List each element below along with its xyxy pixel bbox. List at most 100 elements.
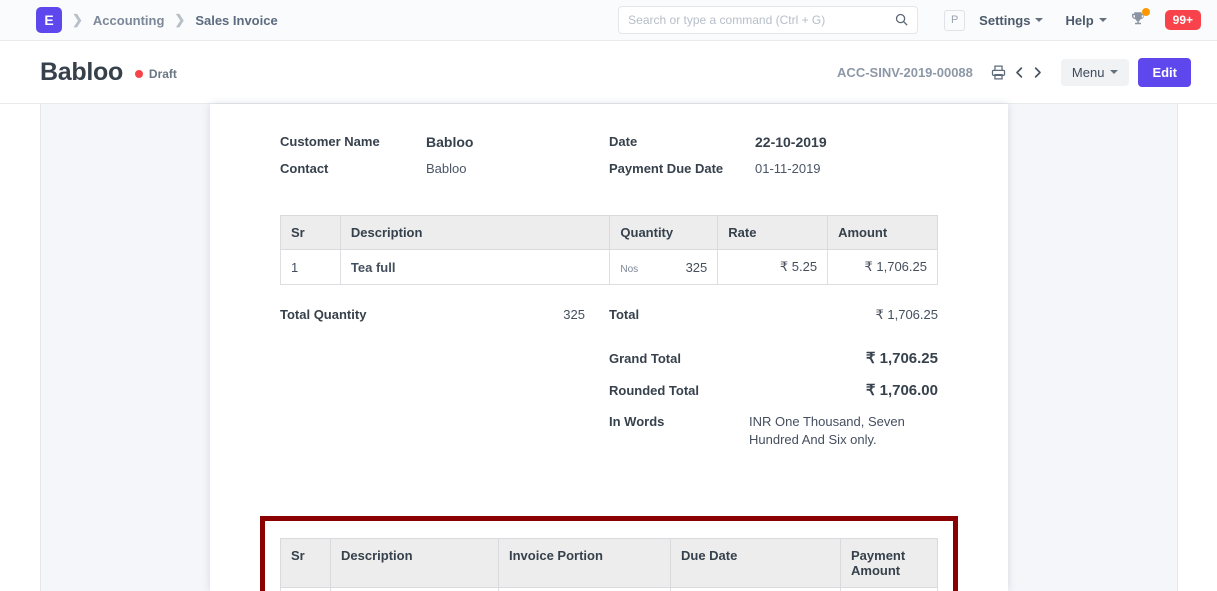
previous-document-button[interactable]: [1011, 62, 1029, 82]
chevron-left-icon: [1016, 66, 1023, 78]
detail-label: Customer Name: [280, 134, 380, 149]
printer-icon: [992, 64, 1006, 80]
document-id: ACC-SINV-2019-00088: [837, 64, 973, 80]
total-quantity-value: 325: [563, 307, 585, 322]
app-logo-icon[interactable]: E: [36, 7, 62, 33]
user-avatar[interactable]: P: [944, 9, 966, 31]
cell-due-date: 27-10-2019: [670, 587, 841, 591]
cell-rate: ₹ 5.25: [717, 249, 829, 285]
invoice-details: Customer Name Babloo Contact Babloo Date…: [280, 134, 938, 187]
invoice-details-right: Date 22-10-2019 Payment Due Date 01-11-2…: [609, 134, 938, 187]
breadcrumb-sales-invoice[interactable]: Sales Invoice: [195, 13, 277, 28]
payment-schedule-body: 1 50% Advance 50.0% 27-10-2019 ₹ 853.00 …: [280, 587, 938, 591]
cell-sr: 1: [280, 249, 341, 285]
settings-label: Settings: [979, 12, 1031, 28]
table-header-row: Sr Description Invoice Portion Due Date …: [280, 538, 938, 588]
detail-value: 22-10-2019: [755, 134, 827, 150]
schedule-col-due-date: Due Date: [670, 538, 841, 588]
in-words-label: In Words: [609, 414, 665, 429]
status-dot-icon: [134, 70, 143, 78]
cell-amount: ₹ 1,706.25: [827, 249, 938, 285]
total-quantity-label: Total Quantity: [280, 307, 367, 322]
search-input[interactable]: [618, 6, 919, 34]
totals-section: Total Quantity 325 Total ₹ 1,706.25 Gran…: [280, 307, 938, 462]
items-col-description: Description: [339, 215, 611, 250]
in-words-value: INR One Thousand, Seven Hundred And Six …: [749, 414, 905, 447]
detail-row-payment-due-date: Payment Due Date 01-11-2019: [609, 161, 938, 176]
chevron-down-icon: [1035, 18, 1044, 22]
cell-uom: Nos: [620, 263, 639, 275]
schedule-col-payment-amount: Payment Amount: [840, 538, 938, 588]
trophy-button[interactable]: [1129, 8, 1150, 30]
schedule-col-description: Description: [330, 538, 499, 588]
menu-button[interactable]: Menu: [1060, 58, 1130, 86]
items-col-quantity: Quantity: [609, 215, 719, 250]
totals-left: Total Quantity 325: [280, 307, 609, 462]
detail-row-contact: Contact Babloo: [280, 161, 609, 176]
payment-schedule-table: Sr Description Invoice Portion Due Date …: [280, 538, 938, 591]
cell-quantity-value: 325: [685, 259, 708, 275]
cell-description: Tea full: [339, 249, 611, 285]
cell-description: 50% Advance: [330, 587, 499, 591]
table-row: 1 Tea full Nos 325 ₹ 5.25 ₹ 1,706.25: [280, 249, 938, 285]
settings-dropdown[interactable]: Settings: [979, 12, 1044, 28]
total-label: Total: [609, 307, 640, 322]
table-row: 1 50% Advance 50.0% 27-10-2019 ₹ 853.00: [280, 587, 938, 591]
next-document-button[interactable]: [1029, 62, 1047, 82]
items-col-rate: Rate: [717, 215, 829, 250]
top-navbar: E ❯ Accounting ❯ Sales Invoice P Setting…: [0, 0, 1217, 41]
help-dropdown[interactable]: Help: [1065, 12, 1107, 28]
payment-schedule-head: Sr Description Invoice Portion Due Date …: [280, 538, 938, 588]
in-words-row: In Words INR One Thousand, Seven Hundred…: [609, 413, 938, 448]
detail-row-date: Date 22-10-2019: [609, 134, 938, 150]
grand-total-label: Grand Total: [609, 351, 681, 366]
status-badge: Draft: [134, 63, 177, 81]
items-col-amount: Amount: [827, 215, 938, 250]
notification-badge[interactable]: 99+: [1164, 10, 1201, 30]
page-title: Babloo: [40, 57, 123, 86]
workspace: Customer Name Babloo Contact Babloo Date…: [0, 104, 1217, 591]
rounded-total-label: Rounded Total: [609, 383, 700, 398]
items-table-head: Sr Description Quantity Rate Amount: [280, 215, 938, 250]
edit-button[interactable]: Edit: [1138, 57, 1191, 87]
schedule-col-invoice-portion: Invoice Portion: [498, 538, 671, 588]
detail-row-customer-name: Customer Name Babloo: [280, 134, 609, 150]
cell-invoice-portion: 50.0%: [498, 587, 671, 591]
rounded-total-row: Rounded Total ₹ 1,706.00: [609, 381, 938, 399]
print-button[interactable]: [989, 62, 1009, 82]
cell-quantity: Nos 325: [609, 249, 719, 285]
payment-schedule-section: Sr Description Invoice Portion Due Date …: [280, 538, 938, 591]
detail-label: Date: [609, 134, 638, 149]
quantity-wrapper: Nos 325: [620, 260, 707, 275]
items-table-body: 1 Tea full Nos 325 ₹ 5.25 ₹ 1,706.25: [280, 249, 938, 285]
items-col-sr: Sr: [280, 215, 341, 250]
detail-value: Babloo: [426, 134, 474, 150]
total-row: Total ₹ 1,706.25: [609, 307, 938, 323]
detail-value: 01-11-2019: [755, 161, 821, 176]
table-header-row: Sr Description Quantity Rate Amount: [280, 215, 938, 250]
page-header: Babloo Draft ACC-SINV-2019-00088 Menu Ed…: [0, 41, 1217, 104]
schedule-col-sr: Sr: [280, 538, 331, 588]
rounded-total-value: ₹ 1,706.00: [865, 382, 938, 399]
chevron-down-icon-3: [1110, 70, 1119, 74]
detail-value: Babloo: [426, 161, 467, 176]
chevron-down-icon-2: [1098, 18, 1107, 22]
status-label: Draft: [148, 67, 177, 81]
breadcrumb-separator-icon: ❯: [72, 12, 83, 27]
total-quantity-row: Total Quantity 325: [280, 307, 585, 322]
print-preview-sheet: Customer Name Babloo Contact Babloo Date…: [210, 104, 1008, 591]
cell-payment-amount: ₹ 853.00: [840, 587, 938, 591]
navbar-right-group: P Settings Help 99+: [618, 6, 1201, 34]
total-value: ₹ 1,706.25: [875, 307, 939, 322]
grand-total-row: Grand Total ₹ 1,706.25: [609, 349, 938, 367]
items-table: Sr Description Quantity Rate Amount 1 Te…: [280, 215, 938, 285]
breadcrumb-accounting[interactable]: Accounting: [93, 13, 165, 28]
invoice-details-left: Customer Name Babloo Contact Babloo: [280, 134, 609, 187]
breadcrumb-separator-icon-2: ❯: [174, 12, 186, 27]
chevron-right-icon: [1035, 66, 1042, 78]
help-label: Help: [1065, 12, 1094, 28]
detail-label: Payment Due Date: [609, 161, 724, 176]
detail-label: Contact: [280, 161, 329, 176]
grand-total-value: ₹ 1,706.25: [865, 350, 938, 367]
menu-button-label: Menu: [1071, 64, 1105, 80]
